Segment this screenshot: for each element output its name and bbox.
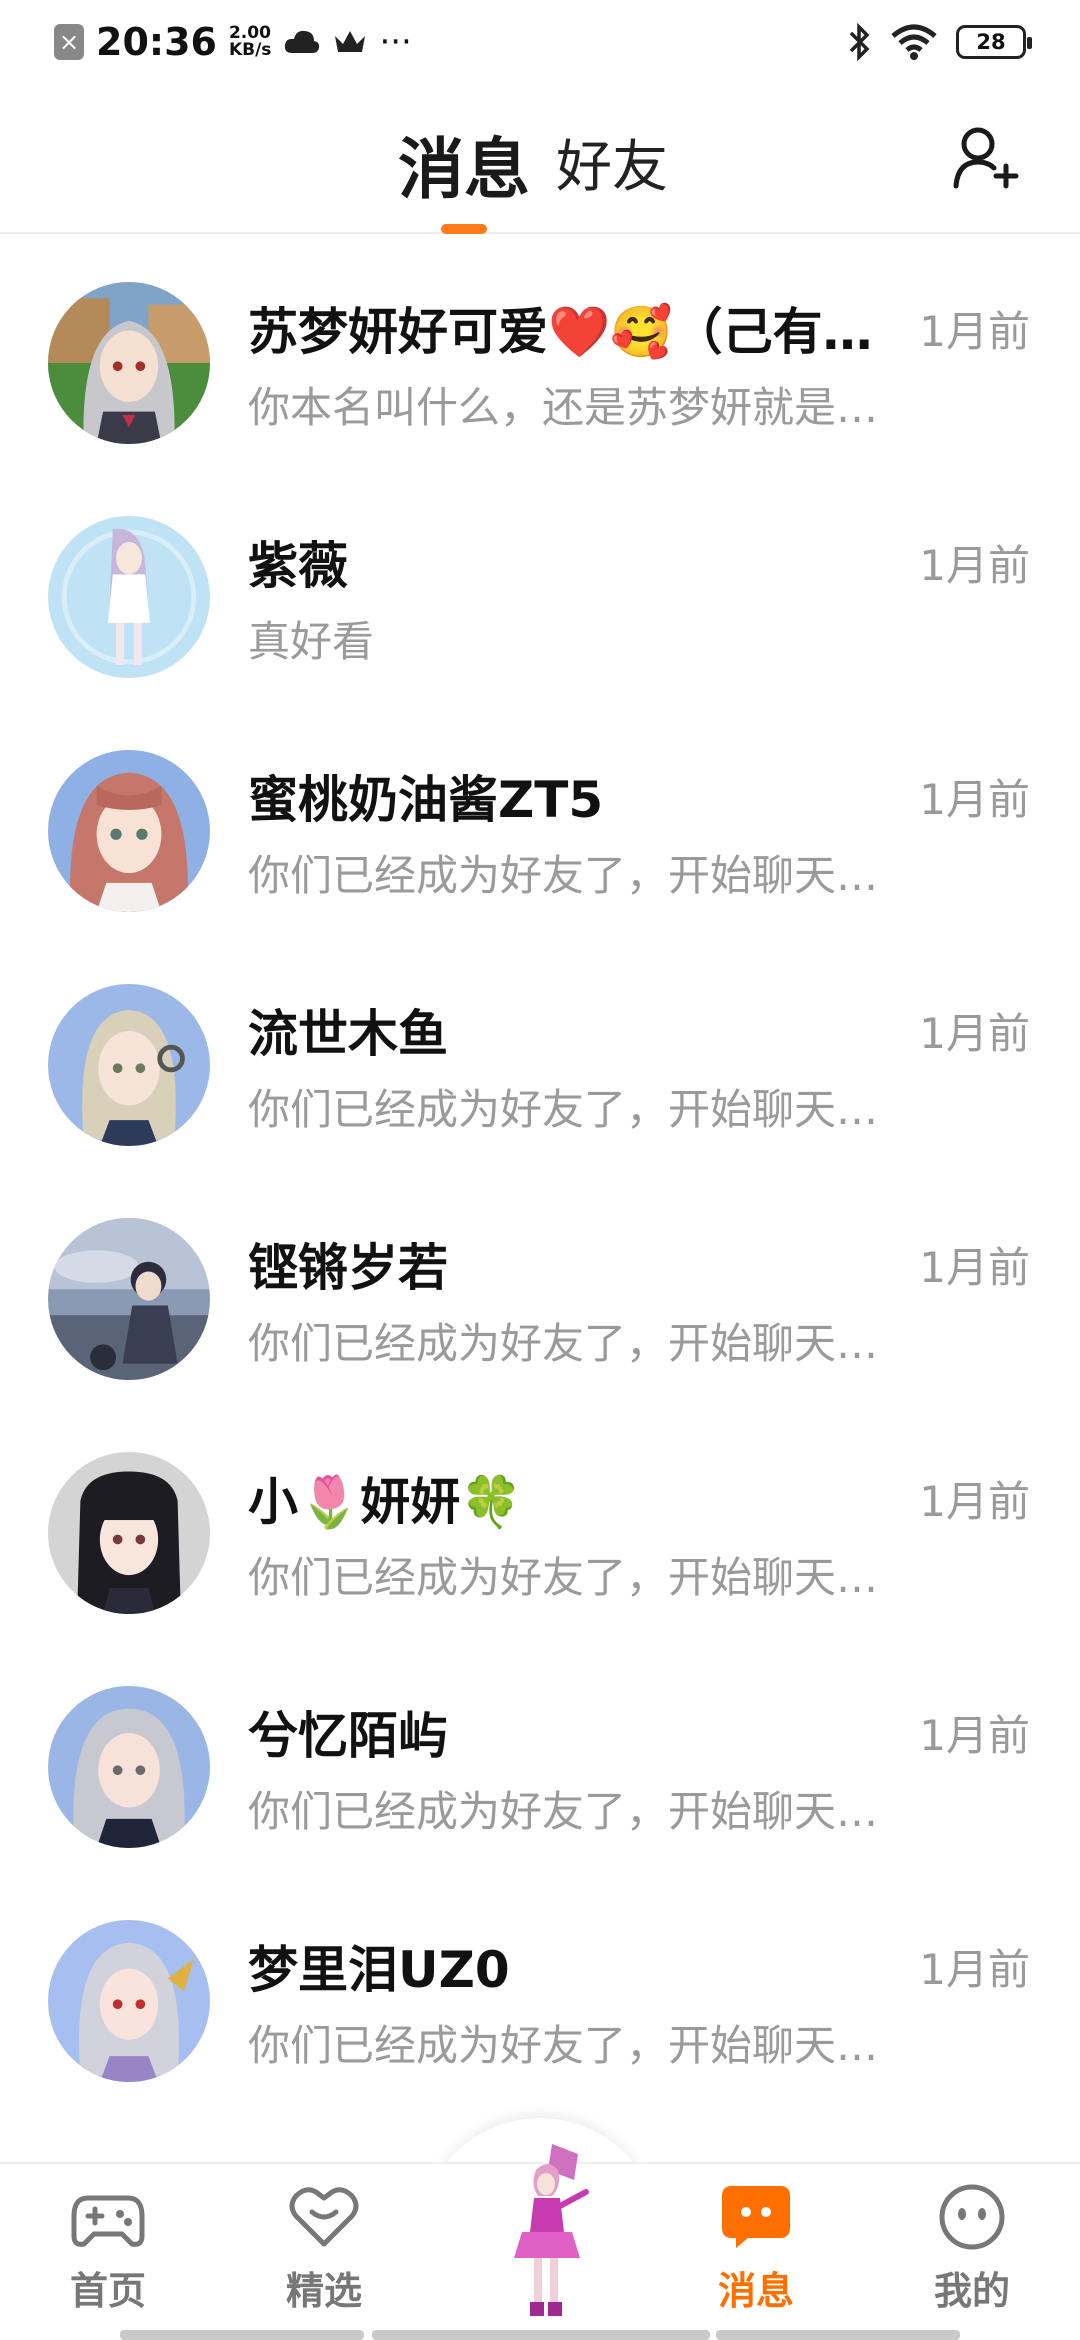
nav-home-label: 首页 xyxy=(69,2269,146,2313)
nav-messages[interactable]: 消息 xyxy=(686,2182,826,2332)
gesture-bar-left xyxy=(120,2330,364,2340)
nav-messages-label: 消息 xyxy=(717,2269,794,2313)
wifi-icon xyxy=(891,24,937,60)
clock: 20:36 xyxy=(96,20,217,64)
message-item[interactable]: 兮忆陌屿 你们已经成为好友了，开始聊天… 1月前 xyxy=(0,1640,1080,1874)
message-time: 1月前 xyxy=(919,1009,1030,1058)
message-item[interactable]: 小🌷妍妍🍀 你们已经成为好友了，开始聊天… 1月前 xyxy=(0,1406,1080,1640)
message-preview: 你们已经成为好友了，开始聊天… xyxy=(248,2021,879,2070)
tab-friends[interactable]: 好友 xyxy=(556,122,668,203)
smiley-icon xyxy=(939,2184,1005,2250)
contact-name: 小🌷妍妍🍀 xyxy=(248,1473,523,1531)
message-preview: 你们已经成为好友了，开始聊天… xyxy=(248,1553,879,1602)
message-preview: 真好看 xyxy=(248,617,375,666)
contact-name: 紫薇 xyxy=(248,537,348,595)
nav-featured-label: 精选 xyxy=(285,2269,362,2313)
message-time: 1月前 xyxy=(919,541,1030,590)
add-friend-icon[interactable] xyxy=(950,124,1020,194)
avatar xyxy=(48,1218,210,1380)
message-preview: 你们已经成为好友了，开始聊天… xyxy=(248,1319,879,1368)
message-time: 1月前 xyxy=(919,775,1030,824)
character-figure-button[interactable] xyxy=(490,2140,600,2330)
status-bar: × 20:36 2.00 KB/s ··· 28 xyxy=(0,0,1080,84)
message-bubble-icon xyxy=(722,2186,790,2248)
gesture-bar-right xyxy=(716,2330,960,2340)
avatar xyxy=(48,1920,210,2082)
tab-messages[interactable]: 消息 xyxy=(398,116,530,212)
avatar xyxy=(48,282,210,444)
message-item[interactable]: 流世木鱼 你们已经成为好友了，开始聊天… 1月前 xyxy=(0,938,1080,1172)
battery-level: 28 xyxy=(976,30,1006,54)
message-time: 1月前 xyxy=(919,1243,1030,1292)
nav-featured[interactable]: 精选 xyxy=(254,2182,394,2332)
contact-name: 兮忆陌屿 xyxy=(248,1707,448,1765)
message-preview: 你们已经成为好友了，开始聊天… xyxy=(248,1787,879,1836)
more-notifications-icon: ··· xyxy=(379,22,412,62)
header: 消息 好友 xyxy=(0,84,1080,234)
contact-name: 铿锵岁若 xyxy=(248,1239,448,1297)
network-speed: 2.00 KB/s xyxy=(229,25,271,59)
nav-home[interactable]: 首页 xyxy=(38,2182,178,2332)
message-item[interactable]: 紫薇 真好看 1月前 xyxy=(0,470,1080,704)
bluetooth-icon xyxy=(849,22,870,62)
message-time: 1月前 xyxy=(919,307,1030,356)
message-time: 1月前 xyxy=(919,1711,1030,1760)
avatar xyxy=(48,984,210,1146)
heart-chat-icon xyxy=(289,2187,359,2247)
avatar xyxy=(48,1686,210,1848)
message-item[interactable]: 苏梦妍好可爱❤️🥰（己有… 你本名叫什么，还是苏梦妍就是… 1月前 xyxy=(0,236,1080,470)
message-preview: 你们已经成为好友了，开始聊天… xyxy=(248,851,879,900)
message-item[interactable]: 铿锵岁若 你们已经成为好友了，开始聊天… 1月前 xyxy=(0,1172,1080,1406)
avatar xyxy=(48,1452,210,1614)
gesture-bar-center xyxy=(372,2330,710,2340)
avatar xyxy=(48,516,210,678)
message-item[interactable]: 蜜桃奶油酱ZT5 你们已经成为好友了，开始聊天… 1月前 xyxy=(0,704,1080,938)
contact-name: 蜜桃奶油酱ZT5 xyxy=(248,771,604,829)
gamepad-icon xyxy=(71,2195,145,2247)
crown-icon xyxy=(335,31,366,52)
cloud-icon xyxy=(285,30,320,53)
message-time: 1月前 xyxy=(919,1477,1030,1526)
contact-name: 流世木鱼 xyxy=(248,1005,448,1063)
contact-name: 苏梦妍好可爱❤️🥰（己有… xyxy=(248,303,873,361)
message-preview: 你本名叫什么，还是苏梦妍就是… xyxy=(248,383,879,432)
message-item[interactable]: 梦里泪UZ0 你们已经成为好友了，开始聊天… 1月前 xyxy=(0,1874,1080,2108)
app-notification-icon: × xyxy=(54,24,84,60)
nav-profile[interactable]: 我的 xyxy=(902,2182,1042,2332)
message-preview: 你们已经成为好友了，开始聊天… xyxy=(248,1085,879,1134)
tab-indicator xyxy=(441,224,487,234)
avatar xyxy=(48,750,210,912)
network-speed-unit: KB/s xyxy=(228,40,272,60)
contact-name: 梦里泪UZ0 xyxy=(248,1941,510,1999)
nav-profile-label: 我的 xyxy=(933,2269,1010,2313)
message-time: 1月前 xyxy=(919,1945,1030,1994)
battery-indicator: 28 xyxy=(956,25,1032,59)
